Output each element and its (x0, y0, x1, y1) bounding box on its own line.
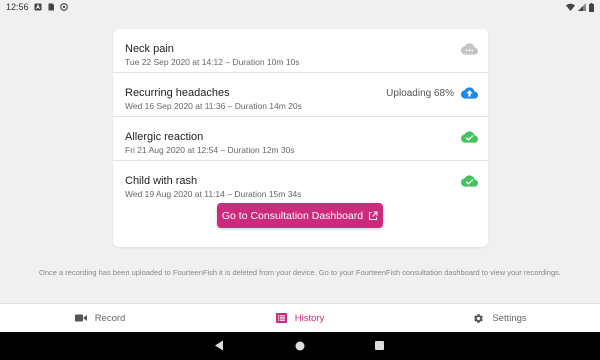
tab-settings[interactable]: Settings (400, 304, 600, 332)
dashboard-button-label: Go to Consultation Dashboard (221, 209, 364, 222)
recording-meta: Wed 16 Sep 2020 at 11:36 – Duration 14m … (125, 101, 302, 111)
recording-row-child-with-rash[interactable]: Child with rash Wed 19 Aug 2020 at 11:14… (113, 161, 488, 205)
tab-history-label: History (294, 312, 325, 324)
sim-card-icon (48, 3, 54, 11)
recording-row-recurring-headaches[interactable]: Recurring headaches Wed 16 Sep 2020 at 1… (113, 73, 488, 117)
sync-icon (59, 3, 68, 11)
status-bar: 12:56 (0, 0, 600, 14)
cloud-done-icon (461, 131, 478, 143)
video-camera-icon (74, 314, 87, 322)
recording-meta: Tue 22 Sep 2020 at 14:12 – Duration 10m … (125, 57, 300, 67)
consultation-dashboard-button[interactable]: Go to Consultation Dashboard (217, 203, 383, 228)
recordings-card: Neck pain Tue 22 Sep 2020 at 14:12 – Dur… (113, 29, 488, 247)
recording-title: Child with rash (125, 175, 198, 187)
recording-title: Neck pain (125, 43, 174, 55)
recording-row-allergic-reaction[interactable]: Allergic reaction Fri 21 Aug 2020 at 12:… (113, 117, 488, 161)
cloud-upload-icon (461, 87, 478, 99)
upload-progress-text: Uploading 68% (386, 87, 454, 99)
system-nav-bar (0, 332, 600, 360)
recording-title: Allergic reaction (125, 131, 204, 143)
bottom-tab-bar: Record History Settings (0, 303, 600, 332)
cloud-done-icon (461, 175, 478, 187)
recording-row-neck-pain[interactable]: Neck pain Tue 22 Sep 2020 at 14:12 – Dur… (113, 29, 488, 73)
cloud-pending-icon (461, 43, 478, 55)
tab-record-label: Record (94, 312, 126, 324)
external-link-icon (369, 210, 378, 220)
upload-info-text: Once a recording has been uploaded to Fo… (39, 268, 561, 277)
recording-status (454, 43, 478, 55)
wifi-icon (566, 3, 575, 11)
tab-history[interactable]: History (200, 304, 400, 332)
status-right (566, 2, 594, 12)
recording-status (454, 131, 478, 143)
gear-icon (474, 313, 484, 323)
status-time: 12:56 (6, 2, 29, 12)
recording-status (454, 175, 478, 187)
notification-a-icon (34, 3, 42, 11)
signal-icon (578, 3, 586, 11)
recording-status: Uploading 68% (386, 87, 478, 99)
recents-icon[interactable] (375, 341, 384, 350)
recording-meta: Wed 19 Aug 2020 at 11:14 – Duration 15m … (125, 189, 302, 199)
tab-settings-label: Settings (492, 312, 527, 324)
status-left: 12:56 (6, 2, 68, 12)
home-icon[interactable] (295, 341, 305, 351)
tab-record[interactable]: Record (0, 304, 200, 332)
back-icon[interactable] (214, 340, 224, 351)
battery-icon (589, 2, 594, 12)
recording-meta: Fri 21 Aug 2020 at 12:54 – Duration 12m … (125, 145, 295, 155)
history-list-icon (275, 313, 287, 323)
